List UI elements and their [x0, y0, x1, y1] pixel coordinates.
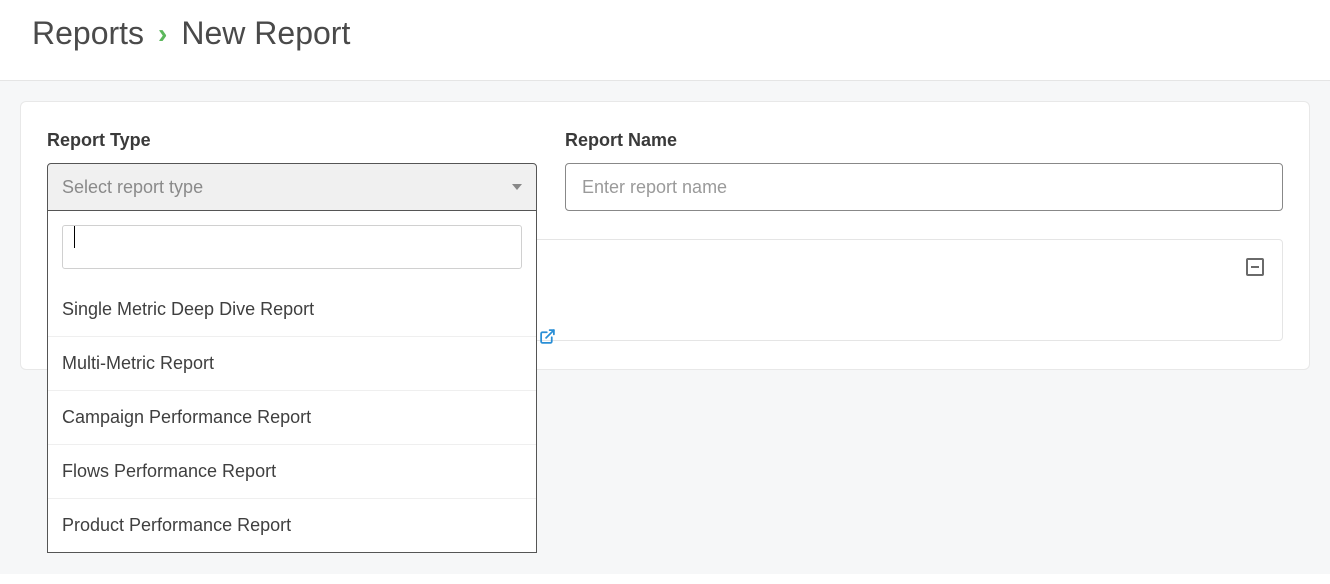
dropdown-search-wrap	[48, 211, 536, 283]
external-link-icon	[539, 328, 556, 350]
text-cursor-icon	[74, 226, 75, 248]
report-type-select-display[interactable]: Select report type	[47, 163, 537, 211]
report-type-column: Report Type Select report type	[47, 130, 537, 211]
report-type-select[interactable]: Select report type Single Metric Deep Di…	[47, 163, 537, 211]
chevron-right-icon: ›	[158, 18, 167, 50]
page-header: Reports › New Report	[0, 0, 1330, 80]
form-row: Report Type Select report type	[47, 130, 1283, 211]
dropdown-option[interactable]: Product Performance Report	[48, 498, 536, 552]
new-report-card: Report Type Select report type	[20, 101, 1310, 370]
dropdown-options-list: Single Metric Deep Dive Report Multi-Met…	[48, 283, 536, 552]
dropdown-option[interactable]: Campaign Performance Report	[48, 390, 536, 444]
report-name-column: Report Name	[565, 130, 1283, 211]
report-type-placeholder: Select report type	[62, 177, 203, 198]
report-type-dropdown: Single Metric Deep Dive Report Multi-Met…	[47, 211, 537, 553]
dropdown-option[interactable]: Flows Performance Report	[48, 444, 536, 498]
report-name-input[interactable]	[565, 163, 1283, 211]
page-body: Report Type Select report type	[0, 80, 1330, 574]
dropdown-option[interactable]: Single Metric Deep Dive Report	[48, 283, 536, 336]
caret-down-icon	[512, 184, 522, 190]
dropdown-search-input[interactable]	[62, 225, 522, 269]
report-name-label: Report Name	[565, 130, 1283, 151]
breadcrumb-current: New Report	[181, 15, 350, 52]
dropdown-option[interactable]: Multi-Metric Report	[48, 336, 536, 390]
breadcrumb: Reports › New Report	[32, 15, 1298, 52]
collapse-icon[interactable]	[1246, 258, 1264, 276]
minus-icon	[1251, 266, 1259, 268]
breadcrumb-root-link[interactable]: Reports	[32, 15, 144, 52]
report-type-label: Report Type	[47, 130, 537, 151]
